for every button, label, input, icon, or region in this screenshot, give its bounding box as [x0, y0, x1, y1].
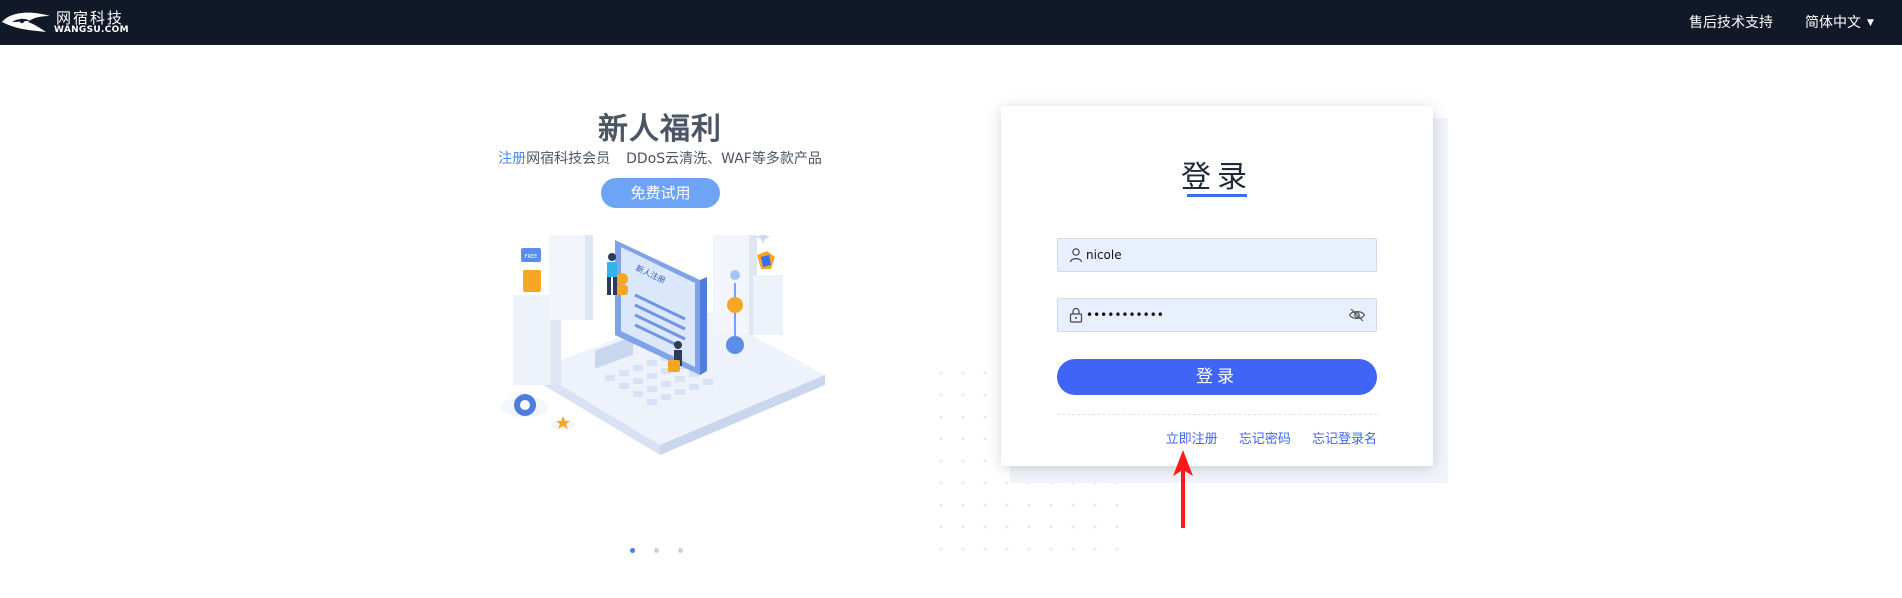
promo-subtitle: 注册网宿科技会员 DDoS云清洗、WAF等多款产品: [495, 148, 825, 168]
logo-text-en: WANGSU.COM: [54, 25, 129, 35]
language-label: 简体中文: [1805, 15, 1861, 31]
username-input[interactable]: [1086, 239, 1336, 271]
red-arrow-icon: [1173, 450, 1193, 528]
promo-products-text: DDoS云清洗、WAF等多款产品: [626, 151, 822, 167]
eye-slash-icon[interactable]: [1348, 307, 1366, 323]
login-button[interactable]: 登录: [1057, 359, 1377, 395]
carousel-dot-1[interactable]: [630, 548, 635, 553]
support-link[interactable]: 售后技术支持: [1689, 12, 1773, 32]
divider: [1057, 414, 1377, 415]
top-navbar: 网宿科技 WANGSU.COM 售后技术支持 简体中文 ▼: [0, 0, 1902, 45]
login-title: 登录: [1181, 160, 1253, 195]
forgot-password-link[interactable]: 忘记密码: [1239, 432, 1291, 447]
password-input[interactable]: [1086, 299, 1336, 331]
promo-illustration: 新人注册 FREE: [501, 235, 825, 455]
register-now-link[interactable]: 立即注册: [1166, 432, 1218, 447]
carousel-dot-3[interactable]: [678, 548, 683, 553]
login-links: 立即注册 忘记密码 忘记登录名: [1001, 428, 1377, 447]
carousel-indicators: [630, 548, 690, 554]
promo-title: 新人福利: [598, 112, 722, 147]
caret-down-icon: ▼: [1867, 18, 1874, 28]
forgot-username-link[interactable]: 忘记登录名: [1312, 432, 1377, 447]
title-underline: [1187, 194, 1247, 197]
username-field[interactable]: [1057, 238, 1377, 272]
lock-icon: [1069, 307, 1083, 323]
carousel-dot-2[interactable]: [654, 548, 659, 553]
promo-subtitle-text: 网宿科技会员: [526, 151, 611, 167]
password-field[interactable]: [1057, 298, 1377, 332]
register-promo-link[interactable]: 注册: [498, 151, 526, 167]
user-icon: [1069, 248, 1083, 263]
illustration-free-tag: FREE: [525, 254, 538, 260]
logo[interactable]: 网宿科技 WANGSU.COM: [0, 6, 140, 40]
login-card: 登录 登录 立即注册 忘记密码 忘记登录名: [1001, 106, 1433, 466]
free-trial-button[interactable]: 免费试用: [601, 178, 720, 208]
language-selector[interactable]: 简体中文 ▼: [1805, 12, 1874, 32]
wangsu-logo-icon: [2, 12, 50, 32]
